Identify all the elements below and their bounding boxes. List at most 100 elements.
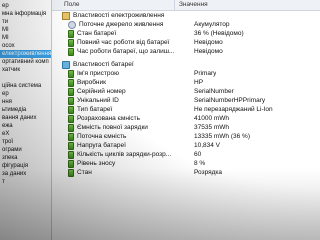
battery-properties-list: Ім'я пристрою Primary Виробник HP Серійний н… <box>52 69 320 177</box>
property-name: Виробник <box>77 79 106 86</box>
property-value: 36 % (Невідомо) <box>194 30 244 37</box>
battery-icon <box>68 168 74 177</box>
property-name: Поточна ємність <box>77 133 127 140</box>
battery-icon <box>68 96 74 105</box>
tree-item[interactable]: ежа <box>0 122 51 130</box>
tree-item[interactable]: ння <box>0 98 51 106</box>
property-name: Час роботи батареї, що залиш... <box>77 48 175 55</box>
tree-item[interactable]: мна інформація <box>0 10 51 18</box>
property-row[interactable]: Унікальний ID SerialNumberHPPrimary <box>52 96 320 105</box>
property-row[interactable]: Виробник HP <box>52 78 320 87</box>
property-value: 8 % <box>194 160 206 167</box>
property-value: Розрядка <box>194 169 223 176</box>
value-column-header[interactable]: Значення <box>175 0 208 10</box>
tree-item-label: фігурація <box>2 163 29 169</box>
tree-item-label: трої <box>2 139 14 145</box>
battery-icon <box>68 132 74 141</box>
clock-icon <box>68 20 76 29</box>
tree-item[interactable]: фігурація <box>0 162 51 170</box>
battery-properties-icon <box>62 60 70 69</box>
tree-item[interactable]: ційна система <box>0 82 51 90</box>
tree-item[interactable]: зпека <box>0 154 51 162</box>
battery-icon <box>68 114 74 123</box>
tree-item[interactable]: ортативний комп <box>0 58 51 66</box>
property-value: 13335 mWh (36 %) <box>194 133 250 140</box>
column-header: Поле Значення <box>52 0 320 11</box>
tree-item[interactable] <box>0 74 51 82</box>
tree-item[interactable]: ер <box>0 90 51 98</box>
property-row[interactable]: Стан Розрядка <box>52 168 320 177</box>
tree-item[interactable]: осох <box>0 42 51 50</box>
field-column-header[interactable]: Поле <box>52 0 175 10</box>
property-row[interactable]: Напруга батареї 10,834 V <box>52 141 320 150</box>
tree-item-label: ер <box>2 3 9 9</box>
battery-icon <box>68 141 74 150</box>
property-value: Невідомо <box>194 39 223 46</box>
tree-item-label: МІ <box>2 35 9 41</box>
property-value: 60 <box>194 151 202 158</box>
battery-icon <box>68 29 74 38</box>
property-row[interactable]: Серійний номер SerialNumber <box>52 87 320 96</box>
tree-item[interactable]: т <box>0 178 51 186</box>
property-name: Розрахована ємність <box>77 115 141 122</box>
property-name: Повний час роботи від батареї <box>77 39 170 46</box>
battery-icon <box>68 38 74 47</box>
property-name: Серійний номер <box>77 88 126 95</box>
navigation-tree[interactable]: ер мна інформація ти МІ МІ осох електроживленн… <box>0 0 52 240</box>
tree-item[interactable]: ограми <box>0 146 51 154</box>
battery-icon <box>68 105 74 114</box>
property-value: SerialNumberHPPrimary <box>194 97 266 104</box>
tree-item[interactable]: хатчик <box>0 66 51 74</box>
tree-item[interactable]: за даних <box>0 170 51 178</box>
battery-icon <box>68 47 74 56</box>
property-name: Стан <box>77 169 92 176</box>
tree-item[interactable]: ьтимедіа <box>0 106 51 114</box>
property-name: Тип батареї <box>77 106 113 113</box>
property-value: 37535 mWh <box>194 124 230 131</box>
tree-item[interactable]: трої <box>0 138 51 146</box>
tree-item[interactable]: ер <box>0 2 51 10</box>
property-value: SerialNumber <box>194 88 234 95</box>
tree-item-label: ограми <box>2 147 22 153</box>
app-window: ер мна інформація ти МІ МІ осох електроживленн… <box>0 0 320 240</box>
tree-item-label: ьтимедіа <box>2 107 27 113</box>
tree-item[interactable]: вання даних <box>0 114 51 122</box>
details-panel: Поле Значення Властивості електроживленн… <box>52 0 320 240</box>
property-row[interactable]: Поточне джерело живлення Акумулятор <box>52 20 320 29</box>
tree-item[interactable]: МІ <box>0 34 51 42</box>
property-value: Акумулятор <box>194 21 230 28</box>
tree-item-label: ортативний комп <box>2 59 49 65</box>
property-row[interactable]: Кількість циклів зарядки-розр... 60 <box>52 150 320 159</box>
battery-icon <box>68 78 74 87</box>
tree-item-label: вання даних <box>2 115 37 121</box>
property-row[interactable]: Час роботи батареї, що залиш... Невідомо <box>52 47 320 56</box>
tree-item[interactable]: ти <box>0 18 51 26</box>
property-value: Не перезаряджаний Li-Ion <box>194 106 273 113</box>
tree-item-label: т <box>2 179 5 185</box>
tree-item-label: ти <box>2 19 9 25</box>
property-row[interactable]: Стан батареї 36 % (Невідомо) <box>52 29 320 38</box>
property-value: Невідомо <box>194 48 223 55</box>
property-name: Ємність повної зарядки <box>77 124 148 131</box>
property-row[interactable]: Повний час роботи від батареї Невідомо <box>52 38 320 47</box>
tree-item[interactable]: електроживлення <box>0 50 51 58</box>
property-row[interactable]: Тип батареї Не перезаряджаний Li-Ion <box>52 105 320 114</box>
tree-item-label: зпека <box>2 155 18 161</box>
tree-item-label: осох <box>2 43 15 49</box>
tree-item-label: електроживлення <box>2 51 51 57</box>
property-row[interactable]: Ємність повної зарядки 37535 mWh <box>52 123 320 132</box>
tree-item-label: хатчик <box>2 67 20 73</box>
battery-icon <box>68 87 74 96</box>
battery-icon <box>68 123 74 132</box>
property-name: Поточне джерело живлення <box>79 21 164 28</box>
power-section-header: Властивості електроживлення <box>52 11 320 20</box>
property-name: Унікальний ID <box>77 97 119 104</box>
tree-item[interactable]: eX <box>0 130 51 138</box>
property-row[interactable]: Ім'я пристрою Primary <box>52 69 320 78</box>
battery-section-title: Властивості батареї <box>73 61 134 68</box>
property-row[interactable]: Рівень зносу 8 % <box>52 159 320 168</box>
property-row[interactable]: Розрахована ємність 41000 mWh <box>52 114 320 123</box>
property-value: 41000 mWh <box>194 115 230 122</box>
property-row[interactable]: Поточна ємність 13335 mWh (36 %) <box>52 132 320 141</box>
tree-item[interactable]: МІ <box>0 26 51 34</box>
